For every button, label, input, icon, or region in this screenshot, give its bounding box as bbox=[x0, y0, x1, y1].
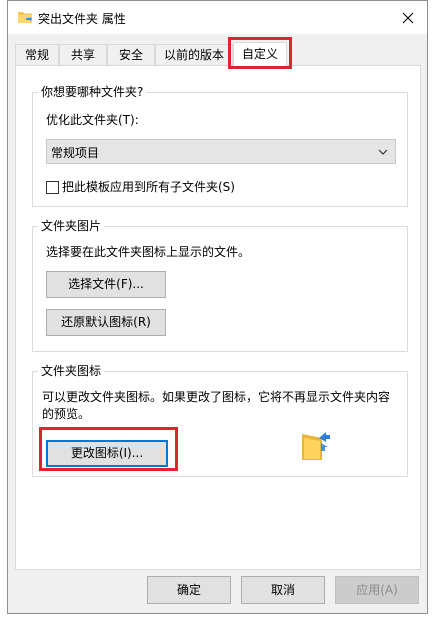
folder-icon-description-line1: 可以更改文件夹图标。如果更改了图标，它将不再显示文件夹内容 bbox=[42, 390, 391, 404]
folder-icon-description-line2: 的预览。 bbox=[42, 407, 91, 421]
apply-subfolders-checkbox[interactable] bbox=[46, 181, 59, 194]
apply-subfolders-label[interactable]: 把此模板应用到所有子文件夹(S) bbox=[62, 179, 235, 195]
folder-icon-group-title: 文件夹图标 bbox=[38, 363, 105, 379]
optimize-label: 优化此文件夹(T): bbox=[46, 113, 139, 127]
tab-security[interactable]: 安全 bbox=[107, 44, 155, 66]
close-button[interactable] bbox=[389, 1, 427, 34]
folder-picture-group-title: 文件夹图片 bbox=[38, 218, 105, 234]
tab-customize[interactable]: 自定义 bbox=[233, 42, 287, 66]
title-bar: 突出文件夹 属性 bbox=[8, 1, 427, 34]
customize-panel: 你想要哪种文件夹? 优化此文件夹(T): 常规项目 把此模板应用到所有子文件夹(… bbox=[15, 65, 421, 570]
apply-button[interactable]: 应用(A) bbox=[335, 576, 419, 604]
folder-preview-icon bbox=[302, 432, 330, 460]
ok-button[interactable]: 确定 bbox=[147, 576, 231, 604]
folder-shortcut-icon bbox=[18, 12, 32, 23]
change-icon-button[interactable]: 更改图标(I)... bbox=[46, 440, 168, 467]
optimize-select-value: 常规项目 bbox=[51, 146, 100, 160]
chevron-down-icon bbox=[378, 149, 388, 155]
folder-picture-group: 文件夹图片 选择要在此文件夹图标上显示的文件。 选择文件(F)... 还原默认图… bbox=[32, 218, 408, 352]
folder-picture-description: 选择要在此文件夹图标上显示的文件。 bbox=[46, 245, 251, 259]
tab-general[interactable]: 常规 bbox=[15, 44, 59, 66]
folder-type-group-title: 你想要哪种文件夹? bbox=[38, 84, 147, 100]
properties-window: 突出文件夹 属性 常规 共享 安全 以前的版本 自定义 你想要哪种文件夹? 优化… bbox=[7, 0, 428, 614]
window-title: 突出文件夹 属性 bbox=[38, 12, 126, 26]
close-icon bbox=[402, 12, 414, 23]
cancel-button[interactable]: 取消 bbox=[241, 576, 325, 604]
restore-default-button[interactable]: 还原默认图标(R) bbox=[46, 309, 166, 336]
tab-sharing[interactable]: 共享 bbox=[59, 44, 107, 66]
tab-strip: 常规 共享 安全 以前的版本 自定义 bbox=[8, 42, 427, 66]
optimize-select[interactable]: 常规项目 bbox=[46, 139, 396, 164]
folder-type-group: 你想要哪种文件夹? 优化此文件夹(T): 常规项目 把此模板应用到所有子文件夹(… bbox=[32, 84, 408, 207]
folder-icon-group: 文件夹图标 可以更改文件夹图标。如果更改了图标，它将不再显示文件夹内容 的预览。… bbox=[32, 363, 408, 477]
choose-file-button[interactable]: 选择文件(F)... bbox=[46, 271, 166, 298]
tab-previous-versions[interactable]: 以前的版本 bbox=[155, 44, 233, 66]
